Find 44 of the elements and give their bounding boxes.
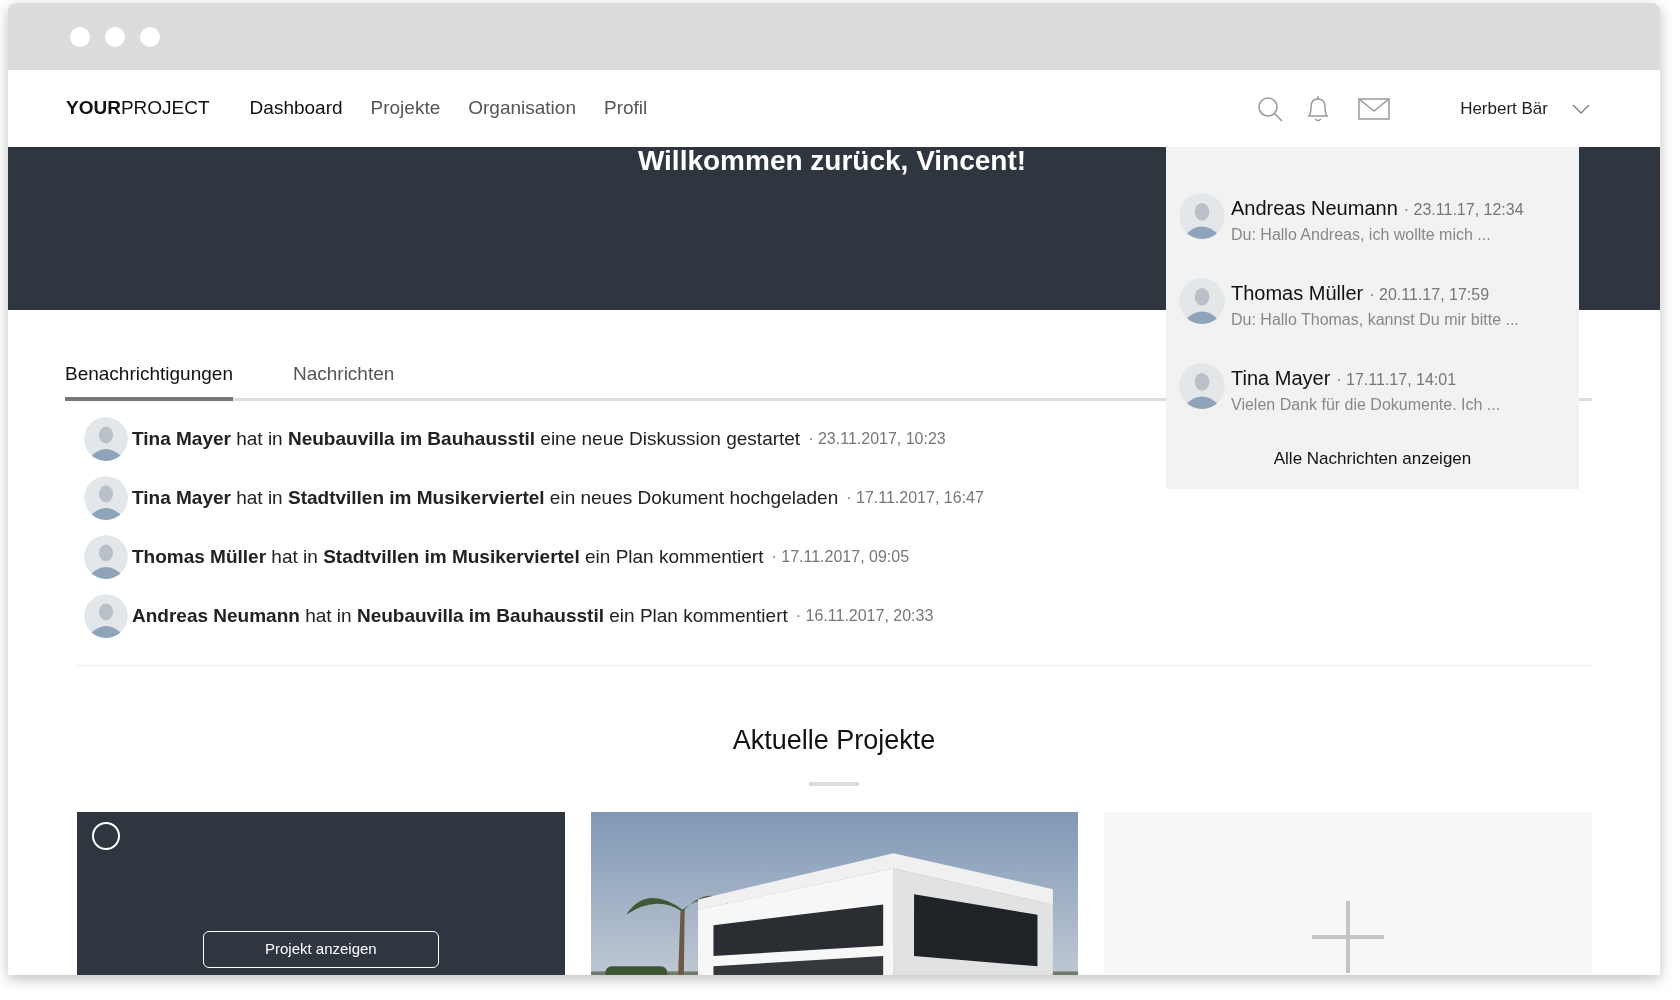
message-time: · 20.11.17, 17:59 bbox=[1369, 285, 1490, 305]
message-preview: Du: Hallo Andreas, ich wollte mich ... bbox=[1231, 225, 1492, 245]
nav-link[interactable]: Profil bbox=[604, 94, 648, 123]
notification-time: · 16.11.2017, 20:33 bbox=[795, 606, 934, 626]
notification-time: · 17.11.2017, 09:05 bbox=[771, 547, 910, 567]
all-messages-link[interactable]: Alle Nachrichten anzeigen bbox=[1273, 446, 1472, 472]
avatar-icon bbox=[84, 417, 128, 461]
welcome-title: Willkommen zurück, Vincent! bbox=[637, 147, 1027, 175]
nav-link[interactable]: Organisation bbox=[468, 94, 576, 123]
project-card[interactable]: Projekt anzeigen bbox=[77, 812, 565, 975]
message-time: · 23.11.17, 12:34 bbox=[1403, 200, 1524, 220]
message-preview: Vielen Dank für die Dokumente. Ich ... bbox=[1231, 395, 1501, 415]
tab[interactable]: Benachrichtigungen bbox=[65, 360, 233, 401]
notification-text: Andreas Neumann hat in Neubauvilla im Bauhausstil ein Plan kommentiert bbox=[132, 603, 788, 628]
avatar-icon bbox=[84, 535, 128, 579]
avatar-icon bbox=[1179, 193, 1225, 239]
plus-icon[interactable] bbox=[1312, 901, 1385, 973]
notification-text: Tina Mayer hat in Stadtvillen im Musikerviertel ein neues Dokument hochgeladen bbox=[132, 485, 839, 510]
notification-time: · 23.11.2017, 10:23 bbox=[808, 429, 946, 449]
nav-link[interactable]: Projekte bbox=[370, 94, 441, 123]
nav-link[interactable]: Dashboard bbox=[249, 94, 343, 123]
message-preview: Du: Hallo Thomas, kannst Du mir bitte ... bbox=[1231, 310, 1519, 330]
avatar-icon bbox=[1179, 363, 1225, 409]
avatar-icon bbox=[84, 594, 128, 638]
section-title: Aktuelle Projekte bbox=[731, 723, 937, 757]
message-item[interactable]: Andreas Neumann · 23.11.17, 12:34 Du: Hallo Andreas, ich wollte mich ... bbox=[1166, 193, 1579, 278]
chevron-down-icon[interactable] bbox=[1572, 103, 1590, 114]
notification-text: Tina Mayer hat in Neubauvilla im Bauhausstil eine neue Diskussion gestartet bbox=[132, 426, 801, 451]
user-name[interactable]: Herbert Bär bbox=[1460, 95, 1548, 122]
show-project-button[interactable]: Projekt anzeigen bbox=[202, 931, 439, 968]
sender-name: Thomas Müller bbox=[1231, 281, 1364, 306]
search-icon[interactable] bbox=[1257, 95, 1284, 122]
sender-name: Tina Mayer bbox=[1231, 366, 1331, 391]
avatar-icon bbox=[1179, 278, 1225, 324]
message-time: · 17.11.17, 14:01 bbox=[1336, 370, 1457, 390]
notification-text: Thomas Müller hat in Stadtvillen im Musikerviertel ein Plan kommentiert bbox=[132, 544, 764, 569]
message-item[interactable]: Thomas Müller · 20.11.17, 17:59 Du: Hallo Thomas, kannst Du mir bitte ... bbox=[1166, 278, 1579, 363]
tab[interactable]: Nachrichten bbox=[292, 360, 395, 401]
sender-name: Andreas Neumann bbox=[1231, 196, 1398, 221]
logo[interactable]: YOURPROJECT bbox=[66, 94, 210, 123]
avatar-icon bbox=[84, 476, 128, 520]
mail-icon[interactable] bbox=[1358, 97, 1391, 120]
notification-time: · 17.11.2017, 16:47 bbox=[846, 488, 984, 508]
message-item[interactable]: Tina Mayer · 17.11.17, 14:01 Vielen Dank für die Dokumente. Ich ... bbox=[1166, 363, 1579, 448]
